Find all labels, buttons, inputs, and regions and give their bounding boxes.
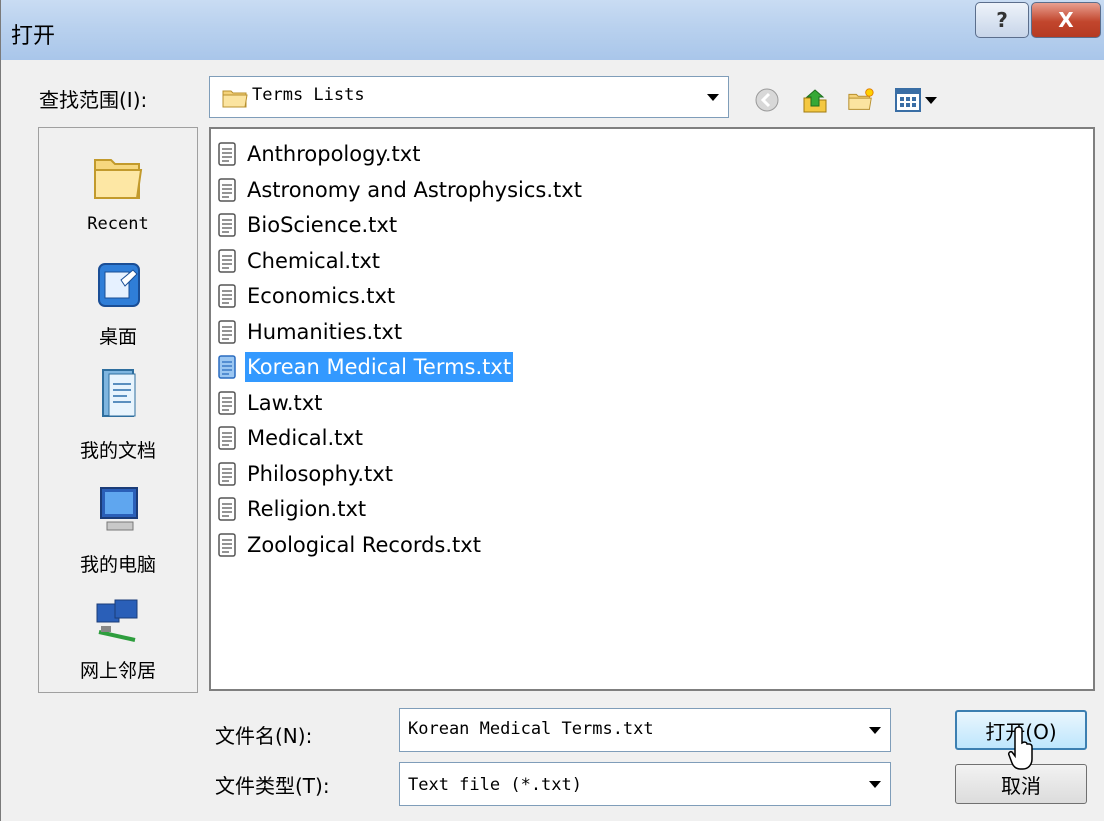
file-item[interactable]: Philosophy.txt [217, 457, 395, 491]
text-file-icon [218, 177, 236, 202]
desktop-icon [98, 263, 140, 307]
text-file-icon [218, 248, 236, 273]
lookin-value: Terms Lists [252, 85, 365, 105]
lookin-dropdown[interactable]: Terms Lists [209, 76, 729, 118]
file-name: Humanities.txt [247, 319, 403, 344]
place-network[interactable]: 网上邻居 [39, 598, 197, 688]
open-file-dialog: 打开 ? X 查找范围(I): Terms Lists Recent 桌面 我的… [0, 0, 1104, 821]
file-item[interactable]: BioScience.txt [217, 208, 399, 242]
recent-folder-icon [94, 159, 143, 199]
place-my-computer[interactable]: 我的电脑 [39, 484, 197, 584]
place-desktop[interactable]: 桌面 [39, 262, 197, 362]
filetype-label: 文件类型(T): [215, 774, 330, 798]
file-list[interactable]: Anthropology.txt Astronomy and Astrophysi… [209, 127, 1095, 691]
file-item[interactable]: Korean Medical Terms.txt [217, 350, 514, 384]
file-item[interactable]: Chemical.txt [217, 244, 382, 278]
filetype-value: Text file (*.txt) [408, 775, 582, 795]
network-places-icon [96, 599, 138, 642]
close-button[interactable]: X [1031, 2, 1101, 38]
back-icon[interactable] [753, 86, 781, 114]
text-file-icon [218, 319, 236, 344]
window-title: 打开 [11, 24, 56, 49]
chevron-down-icon[interactable] [699, 78, 727, 116]
file-item[interactable]: Law.txt [217, 386, 324, 420]
places-bar: Recent 桌面 我的文档 我的电脑 网上邻居 [38, 127, 198, 693]
file-name: Astronomy and Astrophysics.txt [247, 177, 582, 202]
my-computer-icon [100, 487, 138, 531]
file-name: Korean Medical Terms.txt [245, 352, 514, 382]
close-icon: X [1058, 8, 1074, 32]
lookin-label: 查找范围(I): [39, 88, 148, 112]
place-my-documents[interactable]: 我的文档 [39, 368, 197, 478]
text-file-icon [218, 426, 236, 450]
chevron-down-icon[interactable] [861, 764, 889, 804]
text-file-icon [218, 213, 236, 237]
file-item[interactable]: Medical.txt [217, 421, 365, 455]
text-file-icon [218, 355, 236, 379]
text-file-icon [218, 497, 236, 521]
file-item[interactable]: Zoological Records.txt [217, 528, 483, 562]
file-item[interactable]: Religion.txt [217, 492, 368, 526]
title-bar: 打开 ? X [1, 0, 1104, 60]
text-file-icon [218, 461, 236, 486]
file-name: Law.txt [247, 390, 323, 415]
filename-value: Korean Medical Terms.txt [408, 719, 654, 739]
file-name: Philosophy.txt [247, 461, 393, 486]
file-item[interactable]: Economics.txt [217, 279, 397, 313]
help-icon: ? [996, 8, 1008, 32]
file-item[interactable]: Anthropology.txt [217, 137, 422, 171]
my-documents-icon [102, 369, 136, 417]
place-recent[interactable]: Recent [39, 152, 197, 262]
cursor-icon [1008, 726, 1033, 770]
file-name: Economics.txt [247, 284, 396, 308]
chevron-down-icon[interactable] [861, 710, 889, 750]
filename-label: 文件名(N): [215, 724, 313, 748]
view-menu-icon[interactable] [895, 86, 951, 114]
help-button[interactable]: ? [975, 2, 1029, 38]
up-folder-icon[interactable] [801, 86, 829, 114]
folder-icon [222, 90, 248, 108]
text-file-icon [218, 142, 236, 166]
filetype-dropdown[interactable]: Text file (*.txt) [399, 762, 891, 806]
file-name: Zoological Records.txt [247, 532, 481, 557]
file-name: Medical.txt [247, 426, 364, 450]
file-name: BioScience.txt [247, 213, 398, 237]
file-name: Chemical.txt [247, 248, 381, 273]
new-folder-icon[interactable] [847, 86, 875, 114]
text-file-icon [218, 390, 236, 415]
file-item[interactable]: Astronomy and Astrophysics.txt [217, 173, 584, 207]
filename-input[interactable]: Korean Medical Terms.txt [399, 708, 891, 752]
file-name: Anthropology.txt [247, 142, 421, 166]
file-item[interactable]: Humanities.txt [217, 315, 404, 349]
text-file-icon [218, 532, 236, 557]
file-name: Religion.txt [247, 497, 367, 521]
text-file-icon [218, 284, 236, 308]
